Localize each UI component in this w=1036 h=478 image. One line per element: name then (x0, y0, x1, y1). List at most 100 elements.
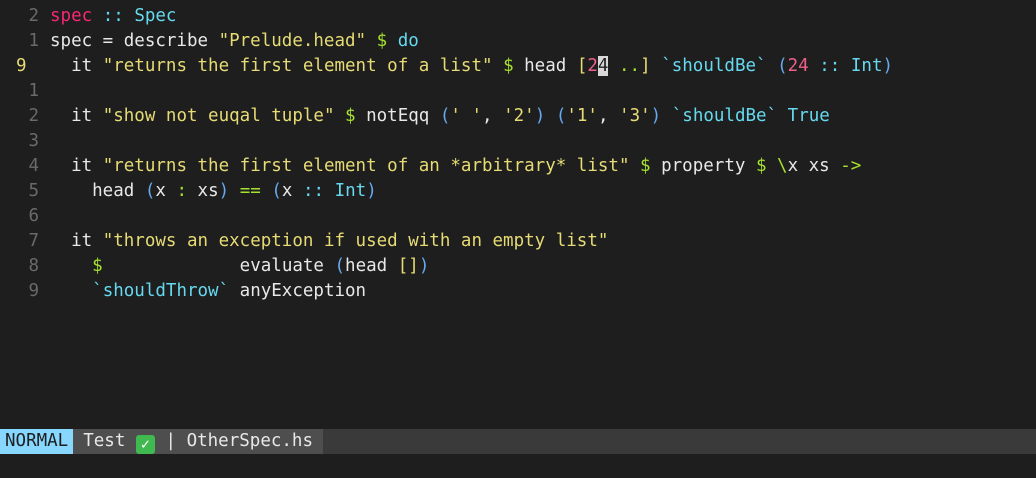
code-token: it (50, 231, 103, 251)
code-line[interactable]: 2 it "show not euqal tuple" $ notEqq (' … (0, 104, 1036, 129)
code-token: spec (50, 6, 93, 26)
code-token: ) (218, 181, 230, 201)
code-token: head (50, 181, 145, 201)
code-token: anyException (229, 281, 367, 301)
code-token: Spec (134, 6, 177, 26)
code-token: ( (777, 56, 788, 76)
code-token: ( (271, 181, 282, 201)
code-token: :: (102, 6, 124, 26)
code-token: $ (503, 56, 514, 76)
code-token: ] (640, 56, 651, 76)
code-line[interactable]: 8 $ evaluate (head []) (0, 254, 1036, 279)
code-line[interactable]: 9 `shouldThrow` anyException (0, 279, 1036, 304)
code-token: it (50, 156, 103, 176)
code-token: "Prelude.head" (218, 31, 367, 51)
code-token: :: (819, 56, 841, 76)
code-token: ( (439, 106, 451, 126)
code-token: $ (376, 31, 388, 51)
line-number: 1 (28, 81, 39, 101)
code-line[interactable]: 9 it "returns the first element of a lis… (0, 54, 1036, 79)
code-token: evaluate (102, 256, 335, 276)
code-token: it (50, 106, 103, 126)
code-text: it "show not euqal tuple" $ notEqq (' ',… (50, 104, 830, 129)
code-line[interactable]: 2 spec :: Spec (0, 4, 1036, 29)
code-token: head (345, 256, 398, 276)
code-token: , (482, 106, 504, 126)
code-token: '3' (619, 106, 651, 126)
code-token: "throws an exception if used with an emp… (102, 231, 609, 251)
code-line[interactable]: 7 it "throws an exception if used with a… (0, 229, 1036, 254)
code-line[interactable]: 5 head (x : xs) == (x :: Int) (0, 179, 1036, 204)
code-text: it "returns the first element of an *arb… (50, 154, 861, 179)
code-token: Int (850, 56, 883, 76)
code-token: `shouldBe` (661, 56, 767, 76)
code-token: Int (334, 181, 367, 201)
code-line[interactable]: 1 spec = describe "Prelude.head" $ do (0, 29, 1036, 54)
code-token: $ (92, 256, 103, 276)
code-token: ) (882, 56, 894, 76)
line-number: 2 (28, 106, 39, 126)
code-token: x (155, 181, 177, 201)
code-token: notEqq (355, 106, 440, 126)
code-line[interactable]: 1 (0, 79, 1036, 104)
code-token: `shouldThrow` (92, 281, 230, 301)
code-token: head (513, 56, 577, 76)
line-number: 3 (28, 131, 39, 151)
code-token: True (787, 106, 830, 126)
line-number: 9 (28, 281, 39, 301)
code-line[interactable]: 4 it "returns the first element of an *a… (0, 154, 1036, 179)
code-token: it (50, 56, 103, 76)
line-number: 6 (28, 206, 39, 226)
current-line-number: 9 (16, 56, 27, 76)
code-line[interactable]: 3 (0, 129, 1036, 154)
line-number: 5 (28, 181, 39, 201)
code-token: '2' (503, 106, 535, 126)
code-token: == (239, 181, 261, 201)
line-number: 2 (28, 6, 39, 26)
code-line[interactable]: 6 (0, 204, 1036, 229)
code-token: .. (619, 56, 641, 76)
line-number: 4 (28, 156, 39, 176)
line-number: 7 (28, 231, 39, 251)
code-text: it "throws an exception if used with an … (50, 229, 608, 254)
code-token: ( (334, 256, 346, 276)
code-token: ) (650, 106, 662, 126)
code-token: -> (840, 156, 862, 176)
code-token: property (650, 156, 756, 176)
editor-buffer[interactable]: 2 spec :: Spec1 spec = describe "Prelude.h… (0, 4, 1036, 304)
code-token: ) (534, 106, 546, 126)
code-token: $ (755, 156, 767, 176)
code-token: "show not euqal tuple" (102, 106, 335, 126)
code-token: ( (144, 181, 156, 201)
code-token: ( (555, 106, 567, 126)
code-token: "returns the first element of a list" (102, 56, 493, 76)
code-token: `shouldBe` (671, 106, 778, 126)
statusline: NORMAL Test ✓ | OtherSpec.hs (0, 429, 1036, 454)
check-mark-icon: ✓ (135, 435, 155, 454)
code-token: :: (302, 181, 325, 201)
code-token: [] (397, 256, 419, 276)
line-number: 1 (28, 31, 39, 51)
code-token: $ (640, 156, 651, 176)
code-token: "returns the first element of an *arbitr… (102, 156, 630, 176)
text-cursor: 4 (597, 56, 609, 76)
code-token: do (397, 31, 419, 51)
statusline-info: Test ✓ | OtherSpec.hs (73, 429, 323, 454)
code-token: ) (418, 256, 430, 276)
